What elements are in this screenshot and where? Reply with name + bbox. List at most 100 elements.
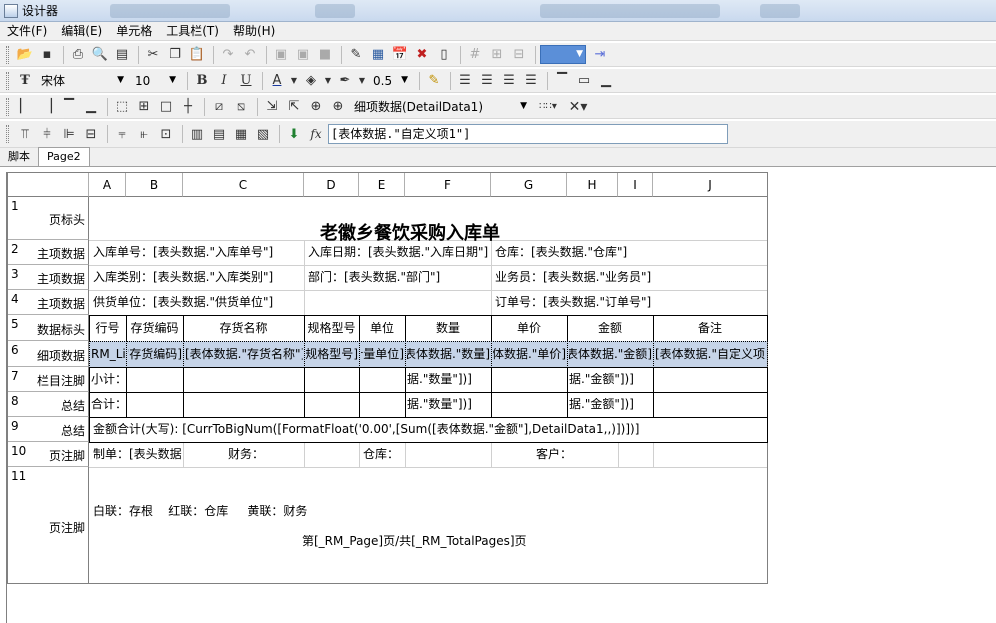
subtotal-cell-j[interactable] xyxy=(653,367,768,393)
subtotal-cell-g[interactable] xyxy=(491,367,568,393)
chevron-down-icon[interactable]: ▼ xyxy=(289,71,299,91)
column-header-a[interactable]: A xyxy=(89,173,126,197)
align-middles-icon[interactable]: ⫩ xyxy=(37,124,57,144)
align-center-icon[interactable]: ☰ xyxy=(477,71,497,91)
page-number-text[interactable]: 第[_RM_Page]页/共[_RM_TotalPages]页 xyxy=(302,535,602,548)
insert-table-icon[interactable]: ▦ xyxy=(368,45,388,65)
column-header-c[interactable]: C xyxy=(183,173,304,197)
open-folder-icon[interactable]: 📂 xyxy=(15,45,35,65)
subtotal-cell-c[interactable] xyxy=(183,367,305,393)
align-bottoms-icon[interactable]: ⊫ xyxy=(59,124,79,144)
italic-button[interactable]: I xyxy=(214,71,234,91)
font-color-button[interactable]: A xyxy=(267,71,287,91)
bring-front-icon[interactable]: ▣ xyxy=(271,45,291,65)
group-icon[interactable]: ■ xyxy=(315,45,335,65)
expression-input[interactable]: [表体数据."自定义项1"] xyxy=(328,124,728,144)
font-name-select[interactable]: 宋体 ▼ xyxy=(37,71,127,90)
maker-field[interactable]: 制单：[表头数据."制单人"] xyxy=(93,448,182,461)
cut-icon[interactable]: ✂ xyxy=(143,45,163,65)
row-header-10[interactable]: 10 页注脚 xyxy=(8,442,89,467)
copy-icon[interactable]: ❐ xyxy=(165,45,185,65)
row-header-1[interactable]: 1 页标头 xyxy=(8,197,89,240)
finance-field[interactable]: 财务： xyxy=(228,448,303,461)
menu-help[interactable]: 帮助(H) xyxy=(226,22,282,41)
border-top-icon[interactable]: ▔ xyxy=(59,97,79,117)
border-right-icon[interactable]: ▕ xyxy=(37,97,57,117)
cell-department[interactable]: 部门：[表头数据."部门"] xyxy=(308,271,490,284)
exit-icon[interactable]: ⇥ xyxy=(590,45,610,65)
new-page-icon[interactable]: ▯ xyxy=(434,45,454,65)
menu-toolbar[interactable]: 工具栏(T) xyxy=(159,22,226,41)
total-cell-d[interactable] xyxy=(304,392,360,418)
bold-button[interactable]: B xyxy=(192,71,212,91)
band-type-select[interactable]: 细项数据(DetailData1) ▼ xyxy=(350,97,530,116)
cell-order-no[interactable]: 订单号：[表头数据."订单号"] xyxy=(495,296,765,309)
column-header-i[interactable]: I xyxy=(618,173,653,197)
menu-file[interactable]: 文件(F) xyxy=(0,22,54,41)
cell-supplier[interactable]: 供货单位：[表头数据."供货单位"] xyxy=(93,296,488,309)
save-icon[interactable]: ▪ xyxy=(37,45,57,65)
align-tops-icon[interactable]: ⫪ xyxy=(15,124,35,144)
column-header-b[interactable]: B xyxy=(126,173,183,197)
print-icon[interactable]: ⎙ xyxy=(68,45,88,65)
space-horiz-icon[interactable]: ▥ xyxy=(187,124,207,144)
zoom-select[interactable]: ▼ xyxy=(540,45,586,64)
align-justify-icon[interactable]: ☰ xyxy=(521,71,541,91)
align-left-icon[interactable]: ☰ xyxy=(455,71,475,91)
valign-top-icon[interactable]: ▔ xyxy=(552,71,572,91)
send-back-icon[interactable]: ▣ xyxy=(293,45,313,65)
highlight-icon[interactable]: ✎ xyxy=(424,71,444,91)
grid-icon[interactable]: # xyxy=(465,45,485,65)
menu-edit[interactable]: 编辑(E) xyxy=(54,22,109,41)
align-centers-icon[interactable]: ⫦ xyxy=(134,124,154,144)
cell-receipt-type[interactable]: 入库类别：[表头数据."入库类别"] xyxy=(93,271,303,284)
subtotal-cell-e[interactable] xyxy=(359,367,406,393)
align-rights-icon[interactable]: ⊡ xyxy=(156,124,176,144)
tab-page2[interactable]: Page2 xyxy=(38,147,90,166)
toolbar-grip[interactable] xyxy=(6,97,9,116)
insert-date-icon[interactable]: 📅 xyxy=(390,45,410,65)
diagonal-up-icon[interactable]: ⧅ xyxy=(231,97,251,117)
subtotal-cell-d[interactable] xyxy=(304,367,360,393)
align-lefts-icon[interactable]: ⫧ xyxy=(112,124,132,144)
page-setup-icon[interactable]: ▤ xyxy=(112,45,132,65)
report-title[interactable]: 老徽乡餐饮采购入库单 xyxy=(320,219,500,245)
total-cell-c[interactable] xyxy=(183,392,305,418)
row-header-9[interactable]: 9 总结 xyxy=(8,417,89,442)
toolbar-grip[interactable] xyxy=(6,125,9,143)
valign-bottom-icon[interactable]: ▁ xyxy=(596,71,616,91)
total-cell-e[interactable] xyxy=(359,392,406,418)
cell-receipt-no[interactable]: 入库单号：[表头数据."入库单号"] xyxy=(93,246,303,259)
row-header-2[interactable]: 2 主项数据 xyxy=(8,240,89,265)
fill-color-icon[interactable]: ◈ xyxy=(301,71,321,91)
line-style-icon[interactable]: ∷∷▾ xyxy=(534,97,562,117)
undo-icon[interactable]: ↶ xyxy=(240,45,260,65)
subtotal-cell-b[interactable] xyxy=(126,367,184,393)
row-header-7[interactable]: 7 栏目注脚 xyxy=(8,367,89,392)
column-header-d[interactable]: D xyxy=(304,173,359,197)
font-size-select[interactable]: 10 ▼ xyxy=(131,71,179,90)
total-cell-b[interactable] xyxy=(126,392,184,418)
same-height-icon[interactable]: ▧ xyxy=(253,124,273,144)
line-color-icon[interactable]: ✒ xyxy=(335,71,355,91)
line-width-select[interactable]: 0.5 ▼ xyxy=(369,71,411,90)
print-preview-icon[interactable]: 🔍 xyxy=(90,45,110,65)
insert-field-icon[interactable]: ✎ xyxy=(346,45,366,65)
row-header-4[interactable]: 4 主项数据 xyxy=(8,290,89,315)
same-width-icon[interactable]: ▦ xyxy=(231,124,251,144)
insert-expression-icon[interactable]: ⬇ xyxy=(284,124,304,144)
border-all-icon[interactable]: ⊞ xyxy=(134,97,154,117)
cell-warehouse[interactable]: 仓库：[表头数据."仓库"] xyxy=(495,246,765,259)
column-header-e[interactable]: E xyxy=(359,173,405,197)
row-header-11[interactable]: 11 页注脚 xyxy=(8,467,89,583)
toolbar-grip[interactable] xyxy=(6,71,9,90)
cell-salesperson[interactable]: 业务员：[表头数据."业务员"] xyxy=(495,271,765,284)
diagonal-down-icon[interactable]: ⧄ xyxy=(209,97,229,117)
border-left-icon[interactable]: ▏ xyxy=(15,97,35,117)
customer-field[interactable]: 客户： xyxy=(536,448,596,461)
column-header-j[interactable]: J xyxy=(653,173,767,197)
space-vert-icon[interactable]: ▤ xyxy=(209,124,229,144)
total-cell-j[interactable] xyxy=(653,392,768,418)
row-header-5[interactable]: 5 数据标头 xyxy=(8,315,89,341)
align-grid-icon[interactable]: ⊞ xyxy=(487,45,507,65)
